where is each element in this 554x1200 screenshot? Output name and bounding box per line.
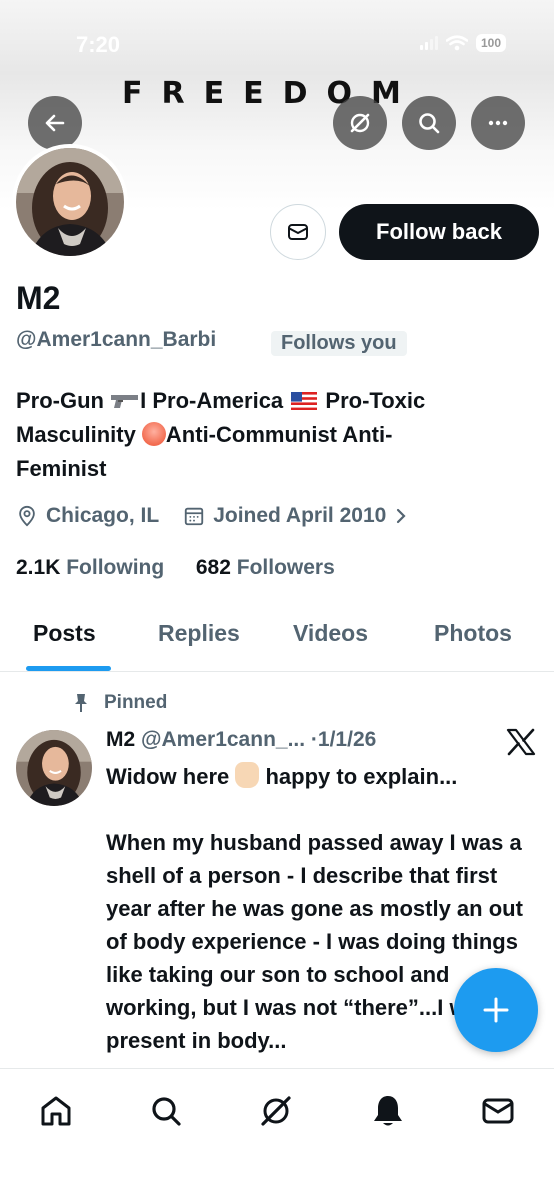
followers-count: 682 [195, 556, 231, 579]
followers-label: Followers [236, 556, 335, 579]
post-separator: · [310, 728, 318, 751]
location-text: Chicago, IL [46, 504, 160, 527]
following-count: 2.1K [16, 556, 61, 579]
wifi-icon [445, 35, 468, 51]
notifications-icon [374, 1096, 402, 1126]
nav-notifications[interactable] [368, 1091, 408, 1131]
signal-icon [419, 36, 438, 50]
tab-replies[interactable]: Replies [158, 620, 240, 647]
active-tab-indicator [26, 666, 111, 671]
profile-name: M2 [16, 280, 61, 316]
post-header: M2 @Amer1cann_... ·1/1/26 [106, 728, 376, 752]
post-text-line: happy to explain... [259, 764, 458, 789]
bio-text: Pro-Gun [16, 388, 111, 413]
location-icon [19, 505, 35, 527]
search-icon [419, 113, 440, 134]
envelope-icon [288, 224, 308, 240]
status-time: 7:20 [76, 32, 121, 57]
nav-home[interactable] [36, 1091, 76, 1131]
post-author-handle[interactable]: @Amer1cann_... [141, 728, 305, 751]
raised-hand-emoji-icon [235, 762, 260, 788]
profile-meta: Chicago, IL Joined April 2010 [16, 504, 418, 528]
pistol-emoji-icon [111, 395, 139, 408]
tab-videos[interactable]: Videos [293, 620, 368, 647]
home-icon [41, 1096, 71, 1126]
us-flag-emoji-icon [291, 392, 318, 410]
bio-text: Feminist [16, 456, 107, 481]
pinned-label: Pinned [104, 692, 168, 713]
nav-grok[interactable] [256, 1091, 296, 1131]
profile-tabs: Posts Replies Videos Photos [0, 600, 554, 672]
tab-photos[interactable]: Photos [434, 620, 512, 647]
message-button[interactable] [270, 204, 326, 260]
post-text-line: Widow here [106, 764, 236, 789]
tab-posts[interactable]: Posts [33, 620, 96, 647]
pin-icon [75, 694, 87, 712]
following-link[interactable]: 2.1K Following [16, 556, 164, 579]
bio-text: Anti-Communist Anti- [165, 422, 393, 447]
profile-avatar[interactable] [12, 144, 128, 260]
grok-icon [350, 113, 370, 133]
envelope-icon [482, 1098, 514, 1124]
follows-you-badge: Follows you [271, 331, 407, 356]
x-logo-icon[interactable] [506, 728, 536, 756]
post-author-name[interactable]: M2 [106, 728, 135, 751]
nav-messages[interactable] [478, 1091, 518, 1131]
search-icon [152, 1097, 181, 1126]
plus-icon [483, 997, 509, 1023]
profile-bio: Pro-Gun I Pro-America Pro-Toxic Masculin… [16, 384, 536, 486]
follow-back-button[interactable]: Follow back [339, 204, 539, 260]
pinned-indicator: Pinned [72, 692, 167, 714]
bio-text: Masculinity [16, 422, 142, 447]
bottom-navigation [0, 1068, 554, 1200]
compose-button[interactable] [454, 968, 538, 1052]
followers-link[interactable]: 682 Followers [196, 556, 335, 579]
post-date[interactable]: 1/1/26 [318, 728, 376, 751]
hot-face-emoji-icon [141, 422, 166, 446]
back-button[interactable] [28, 96, 82, 150]
more-button[interactable] [471, 96, 525, 150]
search-button[interactable] [402, 96, 456, 150]
following-label: Following [66, 556, 165, 579]
calendar-icon [185, 507, 204, 526]
battery-indicator: 100 [475, 34, 506, 52]
more-icon [488, 120, 508, 126]
grok-icon [261, 1096, 291, 1126]
follow-stats: 2.1K Following 682 Followers [16, 556, 335, 580]
back-icon [45, 114, 65, 132]
chevron-right-icon[interactable] [392, 506, 410, 526]
joined-text[interactable]: Joined April 2010 [213, 504, 386, 528]
bio-text: Pro-Toxic [319, 388, 426, 413]
grok-button[interactable] [333, 96, 387, 150]
nav-search[interactable] [146, 1091, 186, 1131]
post-author-avatar[interactable] [16, 730, 92, 806]
status-indicators: 100 [419, 34, 506, 52]
profile-handle: @Amer1cann_Barbi [16, 328, 217, 351]
bio-text: I Pro-America [140, 388, 290, 413]
